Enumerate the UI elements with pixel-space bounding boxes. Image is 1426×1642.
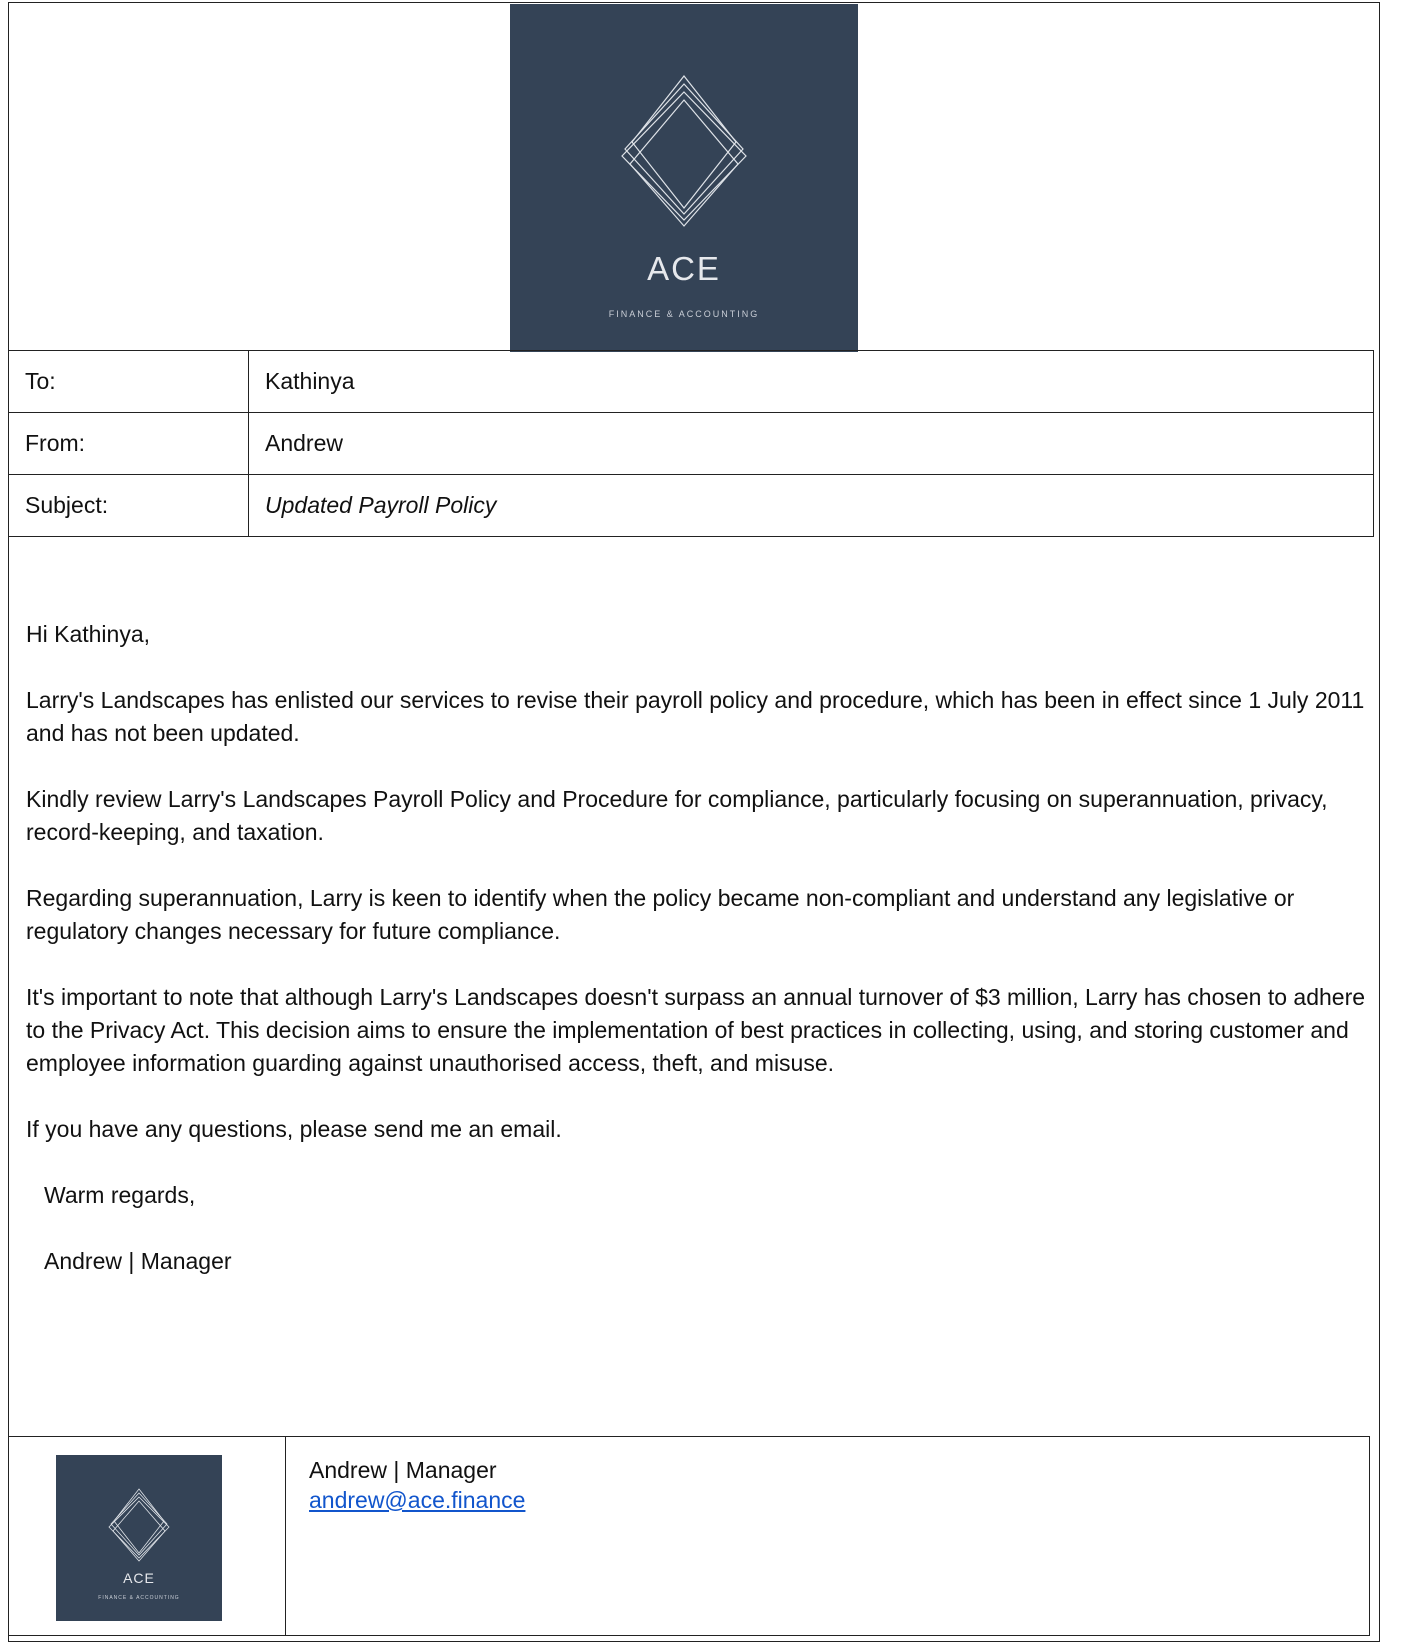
from-label: From: (8, 412, 249, 475)
email-signature: ACE FINANCE & ACCOUNTING Andrew | Manage… (8, 1436, 1370, 1636)
greeting: Hi Kathinya, (26, 621, 151, 647)
signature-name-title: Andrew | Manager (309, 1457, 497, 1483)
signature-logo-tagline: FINANCE & ACCOUNTING (98, 1595, 180, 1601)
memo-row-subject: Subject: Updated Payroll Policy (8, 474, 1374, 537)
memo-row-from: From: Andrew (8, 412, 1374, 475)
body-paragraph: Larry's Landscapes has enlisted our serv… (26, 687, 1365, 746)
body-paragraph: Regarding superannuation, Larry is keen … (26, 885, 1295, 944)
memo-body: Hi Kathinya, Larry's Landscapes has enli… (26, 618, 1371, 1311)
to-label: To: (8, 350, 249, 413)
logo-wordmark: ACE (647, 250, 721, 287)
body-paragraph: It's important to note that although Lar… (26, 984, 1366, 1076)
to-value: Kathinya (248, 350, 1374, 413)
signature-logo-wordmark: ACE (123, 1570, 155, 1586)
subject-label: Subject: (8, 474, 249, 537)
signature-logo: ACE FINANCE & ACCOUNTING (56, 1455, 222, 1621)
signature-divider (285, 1437, 286, 1635)
subject-value: Updated Payroll Policy (248, 474, 1374, 537)
company-logo: ACE FINANCE & ACCOUNTING (510, 4, 858, 352)
diamond-logo-icon (621, 75, 747, 227)
signature-info: Andrew | Manager andrew@ace.finance (309, 1455, 525, 1515)
closing: Warm regards, (44, 1182, 196, 1208)
memo-header-table: To: Kathinya From: Andrew Subject: Updat… (8, 350, 1374, 537)
memo-row-to: To: Kathinya (8, 350, 1374, 413)
logo-tagline: FINANCE & ACCOUNTING (608, 309, 760, 319)
sign-name: Andrew | Manager (44, 1248, 232, 1274)
signature-email-link[interactable]: andrew@ace.finance (309, 1485, 525, 1515)
from-value: Andrew (248, 412, 1374, 475)
body-paragraph: Kindly review Larry's Landscapes Payroll… (26, 786, 1328, 845)
body-paragraph: If you have any questions, please send m… (26, 1116, 562, 1142)
